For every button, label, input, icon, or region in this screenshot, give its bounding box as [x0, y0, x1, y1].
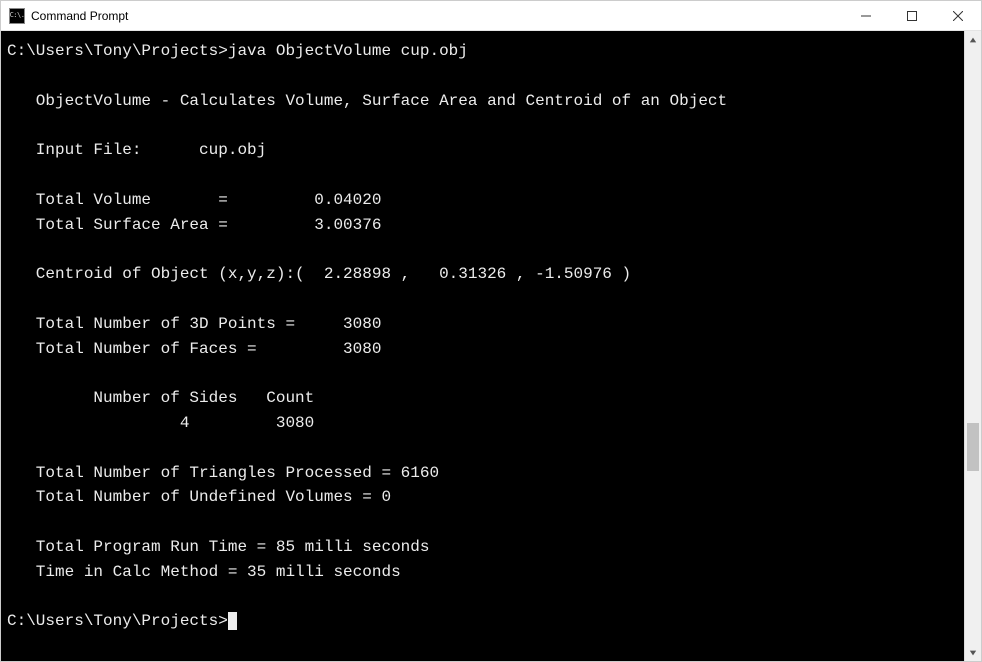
cursor	[228, 612, 237, 630]
vertical-scrollbar[interactable]	[964, 31, 981, 661]
output-line: Time in Calc Method = 35 milli seconds	[7, 563, 401, 581]
scrollbar-thumb[interactable]	[967, 423, 979, 471]
output-line: 4 3080	[7, 414, 314, 432]
window-controls	[843, 1, 981, 30]
console-output[interactable]: C:\Users\Tony\Projects>java ObjectVolume…	[1, 31, 964, 661]
output-line: Total Number of 3D Points = 3080	[7, 315, 381, 333]
prompt-line: C:\Users\Tony\Projects>	[7, 612, 237, 630]
output-line: Total Program Run Time = 85 milli second…	[7, 538, 429, 556]
output-line: Total Number of Triangles Processed = 61…	[7, 464, 439, 482]
output-line: ObjectVolume - Calculates Volume, Surfac…	[7, 92, 727, 110]
console-area: C:\Users\Tony\Projects>java ObjectVolume…	[1, 31, 981, 661]
scroll-up-button[interactable]	[965, 31, 981, 48]
maximize-button[interactable]	[889, 1, 935, 30]
chevron-down-icon	[969, 649, 977, 657]
titlebar[interactable]: C:\. Command Prompt	[1, 1, 981, 31]
output-line: Total Surface Area = 3.00376	[7, 216, 381, 234]
chevron-up-icon	[969, 36, 977, 44]
output-line: Total Volume = 0.04020	[7, 191, 381, 209]
output-line: Centroid of Object (x,y,z):( 2.28898 , 0…	[7, 265, 631, 283]
window-title: Command Prompt	[31, 9, 128, 23]
minimize-button[interactable]	[843, 1, 889, 30]
output-line: Input File: cup.obj	[7, 141, 266, 159]
cmd-icon: C:\.	[9, 8, 25, 24]
close-icon	[953, 11, 963, 21]
prompt-line: C:\Users\Tony\Projects>java ObjectVolume…	[7, 42, 468, 60]
scroll-down-button[interactable]	[965, 644, 981, 661]
scrollbar-track[interactable]	[965, 48, 981, 644]
output-line: Total Number of Undefined Volumes = 0	[7, 488, 391, 506]
command-prompt-window: C:\. Command Prompt C:\Users\Tony\Projec…	[0, 0, 982, 662]
close-button[interactable]	[935, 1, 981, 30]
output-line: Total Number of Faces = 3080	[7, 340, 381, 358]
minimize-icon	[861, 11, 871, 21]
output-line: Number of Sides Count	[7, 389, 314, 407]
maximize-icon	[907, 11, 917, 21]
